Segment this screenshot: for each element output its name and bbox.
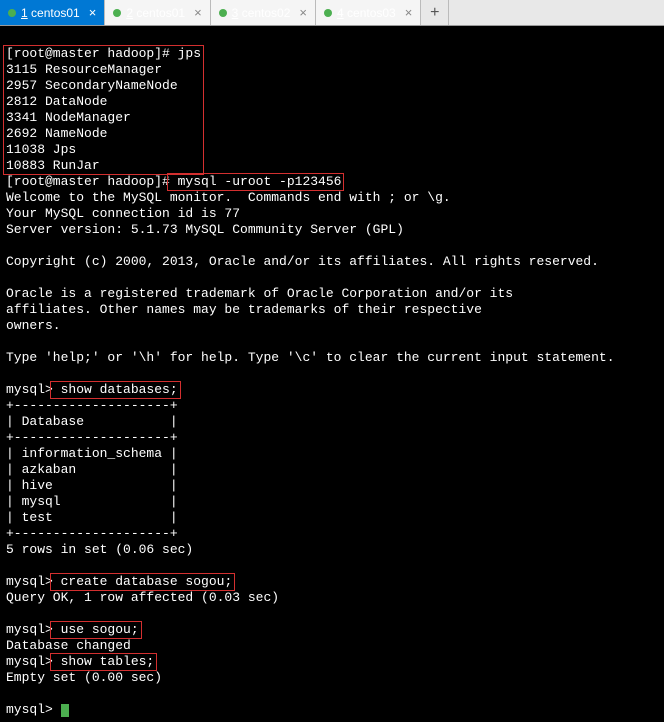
jps-output-line: 10883 RunJar <box>6 158 100 173</box>
terminal[interactable]: [root@master hadoop]# jps 3115 ResourceM… <box>0 26 664 722</box>
db-table-line: | azkaban | <box>6 462 178 477</box>
tab-centos03[interactable]: 4 centos03 × <box>316 0 421 25</box>
tab-number: 2 <box>126 6 133 20</box>
cmd-create-database: create database sogou; <box>53 574 232 589</box>
mysql-prompt: mysql> <box>6 382 53 397</box>
mysql-prompt: mysql> <box>6 622 53 637</box>
status-dot-icon <box>219 9 227 17</box>
shell-prompt: [root@master hadoop]# <box>6 174 170 189</box>
mysql-welcome-line: affiliates. Other names may be trademark… <box>6 302 482 317</box>
cmd-show-databases: show databases; <box>53 382 178 397</box>
jps-output-line: 3115 ResourceManager <box>6 62 162 77</box>
shell-prompt: [root@master hadoop]# <box>6 46 170 61</box>
mysql-welcome-line: Copyright (c) 2000, 2013, Oracle and/or … <box>6 254 599 269</box>
tab-centos01-2[interactable]: 2 centos01 × <box>105 0 210 25</box>
cmd-mysql: mysql -uroot -p123456 <box>170 174 342 189</box>
jps-output-line: 2692 NameNode <box>6 126 107 141</box>
tab-number: 1 <box>21 6 28 20</box>
add-tab-button[interactable]: + <box>421 0 449 25</box>
db-table-line: | mysql | <box>6 494 178 509</box>
mysql-welcome-line: Oracle is a registered trademark of Orac… <box>6 286 513 301</box>
mysql-welcome-line: Server version: 5.1.73 MySQL Community S… <box>6 222 404 237</box>
highlight-show-databases: show databases; <box>50 381 181 399</box>
db-table-line: +--------------------+ <box>6 526 178 541</box>
mysql-prompt: mysql> <box>6 702 53 717</box>
tab-number: 3 <box>232 6 239 20</box>
jps-output-line: 11038 Jps <box>6 142 76 157</box>
tab-label: centos02 <box>242 6 291 20</box>
tab-centos01-1[interactable]: 1 centos01 × <box>0 0 105 25</box>
cmd-jps: jps <box>170 46 201 61</box>
mysql-welcome-line: Type 'help;' or '\h' for help. Type '\c'… <box>6 350 615 365</box>
tab-bar: 1 centos01 × 2 centos01 × 3 centos02 × 4… <box>0 0 664 26</box>
db-table-line: | test | <box>6 510 178 525</box>
highlight-show-tables: show tables; <box>50 653 157 671</box>
db-table-line: +--------------------+ <box>6 430 178 445</box>
tab-label: centos01 <box>31 6 80 20</box>
jps-output-line: 2957 SecondaryNameNode <box>6 78 178 93</box>
create-msg: Query OK, 1 row affected (0.03 sec) <box>6 590 279 605</box>
jps-output-line: 3341 NodeManager <box>6 110 131 125</box>
highlight-use-database: use sogou; <box>50 621 142 639</box>
tab-label: centos01 <box>136 6 185 20</box>
close-icon[interactable]: × <box>405 5 413 20</box>
tab-label: centos03 <box>347 6 396 20</box>
highlight-mysql-login: mysql -uroot -p123456 <box>167 173 345 191</box>
db-table-line: | information_schema | <box>6 446 178 461</box>
mysql-prompt: mysql> <box>6 574 53 589</box>
status-dot-icon <box>113 9 121 17</box>
mysql-prompt: mysql> <box>6 654 53 669</box>
status-dot-icon <box>324 9 332 17</box>
mysql-welcome-line: Your MySQL connection id is 77 <box>6 206 240 221</box>
tab-number: 4 <box>337 6 344 20</box>
cmd-use-database: use sogou; <box>53 622 139 637</box>
db-table-line: +--------------------+ <box>6 398 178 413</box>
mysql-welcome-line: Welcome to the MySQL monitor. Commands e… <box>6 190 451 205</box>
db-table-line: | Database | <box>6 414 178 429</box>
cmd-show-tables: show tables; <box>53 654 154 669</box>
mysql-welcome-line: owners. <box>6 318 61 333</box>
status-dot-icon <box>8 9 16 17</box>
highlight-jps: [root@master hadoop]# jps 3115 ResourceM… <box>3 45 204 175</box>
close-icon[interactable]: × <box>299 5 307 20</box>
close-icon[interactable]: × <box>194 5 202 20</box>
close-icon[interactable]: × <box>89 5 97 20</box>
db-rows-msg: 5 rows in set (0.06 sec) <box>6 542 193 557</box>
highlight-create-database: create database sogou; <box>50 573 235 591</box>
db-table-line: | hive | <box>6 478 178 493</box>
jps-output-line: 2812 DataNode <box>6 94 107 109</box>
tab-centos02[interactable]: 3 centos02 × <box>211 0 316 25</box>
use-msg: Database changed <box>6 638 131 653</box>
terminal-cursor <box>61 704 69 717</box>
tables-msg: Empty set (0.00 sec) <box>6 670 162 685</box>
